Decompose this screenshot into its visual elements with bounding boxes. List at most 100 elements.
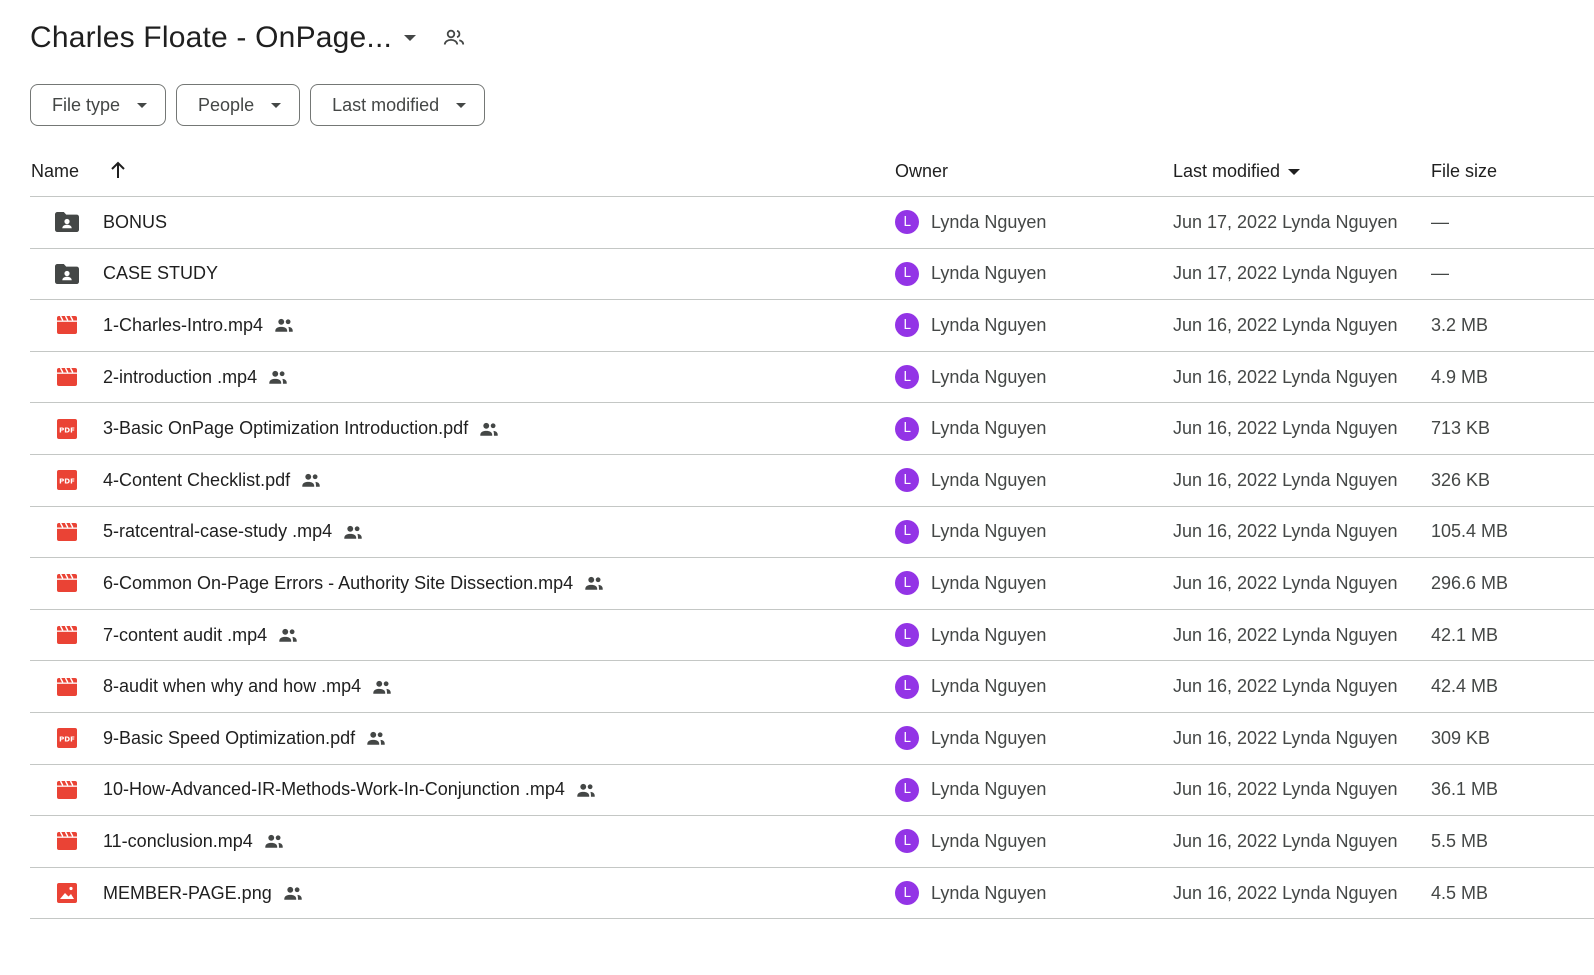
owner-cell: L Lynda Nguyen <box>895 765 1046 816</box>
table-row[interactable]: 11-conclusion.mp4 L Lynda Nguyen Jun 16, 20… <box>30 816 1594 868</box>
filter-people[interactable]: People <box>176 84 301 126</box>
arrow-up-icon[interactable] <box>108 159 128 181</box>
owner-cell: L Lynda Nguyen <box>895 816 1046 867</box>
file-name-cell[interactable]: 2-introduction .mp4 <box>103 352 289 403</box>
last-modified-cell: Jun 16, 2022 Lynda Nguyen <box>1173 418 1398 439</box>
file-name: MEMBER-PAGE.png <box>103 882 272 903</box>
file-name-cell[interactable]: 8-audit when why and how .mp4 <box>103 661 393 712</box>
column-header-last-modified[interactable]: Last modified <box>1173 161 1301 182</box>
file-size-cell: 42.1 MB <box>1431 624 1499 645</box>
file-name: 4-Content Checklist.pdf <box>103 469 291 490</box>
shared-people-icon <box>279 628 297 642</box>
table-row[interactable]: 8-audit when why and how .mp4 L Lynda Nguy… <box>30 661 1594 713</box>
file-size-cell: 4.5 MB <box>1431 882 1489 903</box>
video-file-icon <box>54 816 80 867</box>
shared-people-icon <box>367 732 385 745</box>
video-file-icon <box>54 661 80 712</box>
avatar: L <box>895 623 919 648</box>
file-name: 6-Common On-Page Errors - Authority Site… <box>103 572 574 593</box>
file-name-cell[interactable]: 1-Charles-Intro.mp4 <box>103 300 295 351</box>
column-header-owner[interactable]: Owner <box>895 161 948 182</box>
shared-people-icon <box>480 422 498 436</box>
avatar: L <box>895 571 919 596</box>
table-row[interactable]: PDF 9-Basic Speed Optimization.pdf L Lynda … <box>30 713 1594 765</box>
shared-people-icon <box>275 319 293 333</box>
table-row[interactable]: 5-ratcentral-case-study .mp4 L Lynda Nguye… <box>30 507 1594 559</box>
file-name-cell[interactable]: 9-Basic Speed Optimization.pdf <box>103 713 387 764</box>
svg-text:PDF: PDF <box>59 426 75 434</box>
folder-header: Charles Floate - OnPage... <box>30 18 466 58</box>
filter-bar: File type People Last modified <box>30 84 486 126</box>
file-size-cell: 326 KB <box>1431 469 1491 490</box>
file-name-cell[interactable]: 3-Basic OnPage Optimization Introduction… <box>103 403 500 454</box>
file-size-cell: — <box>1431 263 1449 284</box>
file-name-cell[interactable]: MEMBER-PAGE.png <box>103 868 304 919</box>
owner-cell: L Lynda Nguyen <box>895 300 1046 351</box>
file-name-cell[interactable]: 11-conclusion.mp4 <box>103 816 285 867</box>
file-name-cell[interactable]: BONUS <box>103 197 167 248</box>
shared-people-icon <box>577 783 595 797</box>
file-name: 9-Basic Speed Optimization.pdf <box>103 727 356 748</box>
filter-label: Last modified <box>332 94 440 115</box>
file-size-cell: 105.4 MB <box>1431 521 1509 542</box>
last-modified-cell: Jun 17, 2022 Lynda Nguyen <box>1173 263 1398 284</box>
folder-title[interactable]: Charles Floate - OnPage... <box>30 21 392 55</box>
file-size-cell: 5.5 MB <box>1431 830 1489 851</box>
last-modified-cell: Jun 17, 2022 Lynda Nguyen <box>1173 211 1398 232</box>
avatar: L <box>895 674 919 699</box>
owner-cell: L Lynda Nguyen <box>895 403 1046 454</box>
table-row[interactable]: 10-How-Advanced-IR-Methods-Work-In-Conju… <box>30 765 1594 817</box>
file-name: 2-introduction .mp4 <box>103 366 258 387</box>
last-modified-cell: Jun 16, 2022 Lynda Nguyen <box>1173 366 1398 387</box>
avatar: L <box>895 261 919 286</box>
table-row[interactable]: 2-introduction .mp4 L Lynda Nguyen Jun 16, … <box>30 352 1594 404</box>
owner-cell: L Lynda Nguyen <box>895 713 1046 764</box>
folder-menu-caret-icon[interactable] <box>404 35 417 41</box>
shared-people-icon <box>373 680 391 694</box>
owner-name: Lynda Nguyen <box>931 314 1047 335</box>
sort-down-icon <box>1288 168 1301 175</box>
file-name-cell[interactable]: 6-Common On-Page Errors - Authority Site… <box>103 558 605 609</box>
file-name-cell[interactable]: 7-content audit .mp4 <box>103 610 299 661</box>
table-row[interactable]: CASE STUDY L Lynda Nguyen Jun 17, 2022 Lynd… <box>30 249 1594 301</box>
pdf-file-icon: PDF <box>54 455 80 506</box>
owner-cell: L Lynda Nguyen <box>895 352 1046 403</box>
last-modified-cell: Jun 16, 2022 Lynda Nguyen <box>1173 830 1398 851</box>
table-row[interactable]: 7-content audit .mp4 L Lynda Nguyen Jun 16,… <box>30 610 1594 662</box>
people-outline-icon[interactable] <box>442 26 466 50</box>
file-name-cell[interactable]: 10-How-Advanced-IR-Methods-Work-In-Conju… <box>103 765 597 816</box>
table-row[interactable]: BONUS L Lynda Nguyen Jun 17, 2022 Lynda Ngu… <box>30 197 1594 249</box>
shared-people-icon <box>302 474 320 487</box>
filter-last-modified[interactable]: Last modified <box>310 84 486 126</box>
file-name-cell[interactable]: 4-Content Checklist.pdf <box>103 455 322 506</box>
avatar: L <box>895 468 919 493</box>
column-header-name[interactable]: Name <box>31 161 79 182</box>
last-modified-cell: Jun 16, 2022 Lynda Nguyen <box>1173 779 1398 800</box>
last-modified-cell: Jun 16, 2022 Lynda Nguyen <box>1173 521 1398 542</box>
column-header-file-size[interactable]: File size <box>1431 161 1497 182</box>
avatar: L <box>895 829 919 854</box>
filter-label: People <box>198 94 255 115</box>
filter-file-type[interactable]: File type <box>30 84 167 126</box>
shared-people-icon <box>269 370 287 384</box>
table-row[interactable]: PDF 4-Content Checklist.pdf L Lynda Nguyen J… <box>30 455 1594 507</box>
last-modified-cell: Jun 16, 2022 Lynda Nguyen <box>1173 469 1398 490</box>
owner-name: Lynda Nguyen <box>931 418 1047 439</box>
table-row[interactable]: 6-Common On-Page Errors - Authority Site… <box>30 558 1594 610</box>
video-file-icon <box>54 765 80 816</box>
last-modified-cell: Jun 16, 2022 Lynda Nguyen <box>1173 572 1398 593</box>
table-row[interactable]: 1-Charles-Intro.mp4 L Lynda Nguyen Jun 16, … <box>30 300 1594 352</box>
file-name-cell[interactable]: 5-ratcentral-case-study .mp4 <box>103 507 364 558</box>
file-name: BONUS <box>103 211 168 232</box>
file-name: 10-How-Advanced-IR-Methods-Work-In-Conju… <box>103 779 565 800</box>
owner-name: Lynda Nguyen <box>931 211 1047 232</box>
file-name-cell[interactable]: CASE STUDY <box>103 249 218 300</box>
file-size-cell: 4.9 MB <box>1431 366 1489 387</box>
file-size-cell: 713 KB <box>1431 418 1491 439</box>
file-size-cell: 36.1 MB <box>1431 779 1499 800</box>
table-row[interactable]: PDF 3-Basic OnPage Optimization Introduct… <box>30 403 1594 455</box>
owner-cell: L Lynda Nguyen <box>895 455 1046 506</box>
table-row[interactable]: MEMBER-PAGE.png L Lynda Nguyen Jun 16, 2022… <box>30 868 1594 920</box>
owner-name: Lynda Nguyen <box>931 572 1047 593</box>
video-file-icon <box>54 352 80 403</box>
